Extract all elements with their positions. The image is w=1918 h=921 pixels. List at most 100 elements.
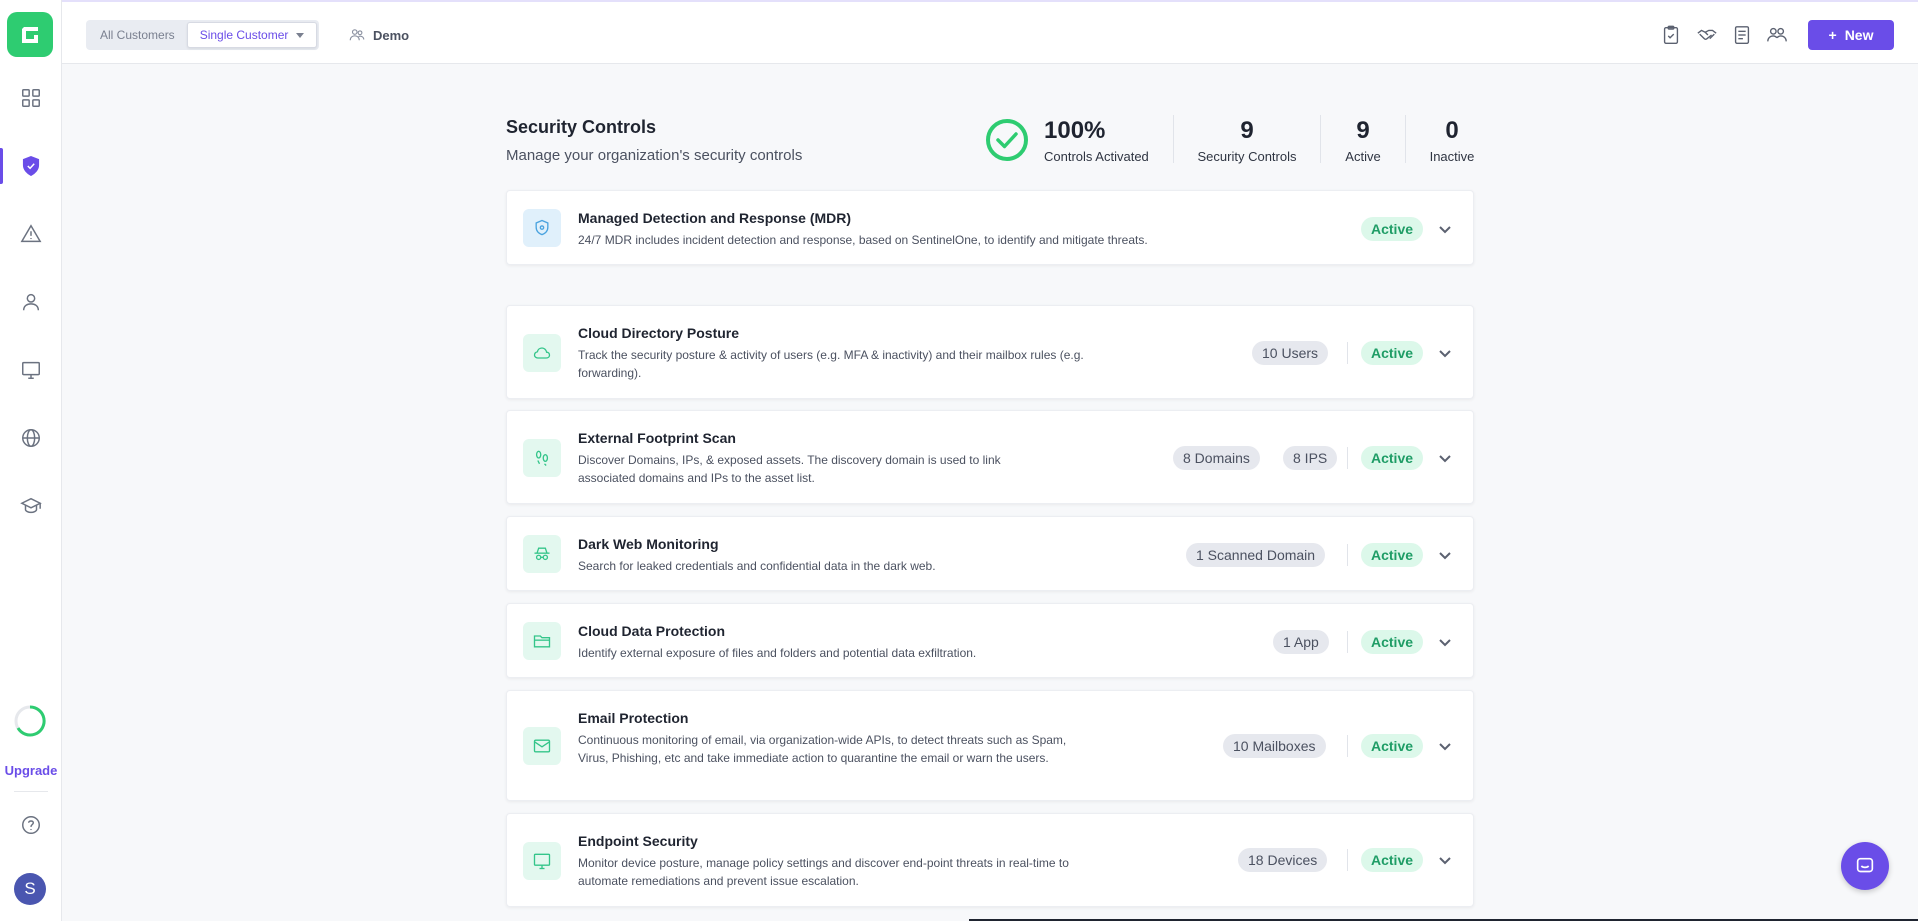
customer-selector[interactable]: Demo <box>348 26 409 44</box>
mail-icon <box>533 739 551 753</box>
customer-scope-toggle: All Customers Single Customer <box>86 20 320 50</box>
shield-icon <box>22 156 40 176</box>
chat-support-button[interactable] <box>1841 842 1889 890</box>
chevron-down-icon[interactable] <box>1437 738 1453 754</box>
page-title: Security Controls <box>506 117 657 137</box>
nav-security-controls[interactable] <box>0 146 62 186</box>
upgrade-link[interactable]: Upgrade <box>0 763 62 778</box>
nav-devices[interactable] <box>0 350 62 390</box>
stat-total: 9 Security Controls <box>1189 117 1305 164</box>
check-circle-icon <box>986 119 1028 161</box>
status-badge: Active <box>1361 341 1424 365</box>
control-description: Search for leaked credentials and confid… <box>578 559 936 573</box>
stat-divider <box>1320 115 1321 163</box>
stat-active-value: 9 <box>1356 117 1370 144</box>
count-badge: 18 Devices <box>1238 848 1328 872</box>
nav-training[interactable] <box>0 486 62 526</box>
chevron-down-icon[interactable] <box>1437 345 1453 361</box>
control-description: Continuous monitoring of email, via orga… <box>578 733 1067 765</box>
badge-divider <box>1347 342 1348 364</box>
caret-down-icon <box>296 32 305 38</box>
control-description: Identify external exposure of files and … <box>578 646 977 660</box>
nav-dashboard[interactable] <box>0 78 62 118</box>
control-description: 24/7 MDR includes incident detection and… <box>578 233 1148 247</box>
badge-divider <box>1347 447 1348 469</box>
partners-button[interactable] <box>1696 24 1718 46</box>
count-badge: 1 Scanned Domain <box>1186 543 1326 567</box>
control-card-cloud-data[interactable]: Cloud Data Protection Identify external … <box>506 603 1474 678</box>
chevron-down-icon[interactable] <box>1437 547 1453 563</box>
page-subtitle: Manage your organization's security cont… <box>506 147 803 164</box>
help-button[interactable] <box>0 805 62 845</box>
plus-icon: + <box>1828 27 1837 43</box>
nav-web[interactable] <box>0 418 62 458</box>
stat-inactive-value: 0 <box>1445 117 1459 144</box>
nav-alerts[interactable] <box>0 214 62 254</box>
stat-activated-label: Controls Activated <box>1044 149 1149 164</box>
control-card-mdr[interactable]: Managed Detection and Response (MDR) 24/… <box>506 190 1474 265</box>
scope-all-customers[interactable]: All Customers <box>88 22 187 48</box>
chevron-down-icon[interactable] <box>1437 450 1453 466</box>
control-card-endpoint[interactable]: Endpoint Security Monitor device posture… <box>506 813 1474 907</box>
control-card-dark-web[interactable]: Dark Web Monitoring Search for leaked cr… <box>506 516 1474 591</box>
avatar[interactable]: S <box>14 873 46 905</box>
sidebar-divider <box>14 791 48 792</box>
control-card-email[interactable]: Email Protection Continuous monitoring o… <box>506 690 1474 801</box>
control-icon <box>523 209 561 247</box>
handshake-icon <box>1697 29 1717 41</box>
customer-group-icon <box>349 29 365 41</box>
document-icon <box>1734 26 1750 44</box>
chat-icon <box>1856 857 1874 873</box>
control-icon <box>523 727 561 765</box>
control-title: Cloud Data Protection <box>578 623 726 639</box>
count-badge: 1 App <box>1273 630 1329 654</box>
count-badge: 10 Mailboxes <box>1223 734 1326 758</box>
help-icon <box>22 816 40 834</box>
chevron-down-icon[interactable] <box>1437 221 1453 237</box>
control-icon <box>523 842 561 880</box>
tasks-button[interactable] <box>1660 24 1682 46</box>
stat-inactive: 0 Inactive <box>1418 117 1486 164</box>
status-badge: Active <box>1361 734 1424 758</box>
progress-ring <box>14 705 46 737</box>
reports-button[interactable] <box>1731 24 1753 46</box>
control-description: Monitor device posture, manage policy se… <box>578 856 1069 888</box>
nav-users[interactable] <box>0 282 62 322</box>
status-badge: Active <box>1361 630 1424 654</box>
count-badge: 8 IPS <box>1283 446 1338 470</box>
new-button[interactable]: + New <box>1808 20 1894 50</box>
control-description: Discover Domains, IPs, & exposed assets.… <box>578 453 1001 485</box>
team-button[interactable] <box>1766 24 1788 46</box>
badge-divider <box>1347 631 1348 653</box>
scope-single-customer-label: Single Customer <box>199 28 289 42</box>
topbar: All Customers Single Customer Demo + New <box>62 0 1918 64</box>
stat-active-label: Active <box>1345 149 1381 164</box>
team-icon <box>1767 27 1787 42</box>
control-title: Cloud Directory Posture <box>578 325 740 341</box>
stat-activated-value: 100% <box>1044 117 1106 144</box>
badge-divider <box>1347 544 1348 566</box>
footprint-icon <box>535 450 549 466</box>
chevron-down-icon[interactable] <box>1437 852 1453 868</box>
control-card-cloud-directory[interactable]: Cloud Directory Posture Track the securi… <box>506 305 1474 399</box>
customer-name: Demo <box>373 27 410 43</box>
user-icon <box>22 293 40 311</box>
sidebar: Upgrade S <box>0 0 62 921</box>
control-title: Managed Detection and Response (MDR) <box>578 210 852 226</box>
control-icon <box>523 334 561 372</box>
app-logo[interactable] <box>7 12 53 57</box>
stat-active: 9 Active <box>1335 117 1391 164</box>
control-icon <box>523 622 561 660</box>
control-title: Email Protection <box>578 710 689 726</box>
control-card-external-footprint[interactable]: External Footprint Scan Discover Domains… <box>506 410 1474 504</box>
stat-divider <box>1173 115 1174 163</box>
monitor-icon <box>22 361 40 379</box>
stat-divider <box>1405 115 1406 163</box>
chevron-down-icon[interactable] <box>1437 634 1453 650</box>
count-badge: 10 Users <box>1252 341 1329 365</box>
stat-total-label: Security Controls <box>1197 149 1297 164</box>
stat-inactive-label: Inactive <box>1429 149 1475 164</box>
control-icon <box>523 535 561 573</box>
globe-icon <box>22 429 40 447</box>
scope-single-customer[interactable]: Single Customer <box>186 22 318 48</box>
